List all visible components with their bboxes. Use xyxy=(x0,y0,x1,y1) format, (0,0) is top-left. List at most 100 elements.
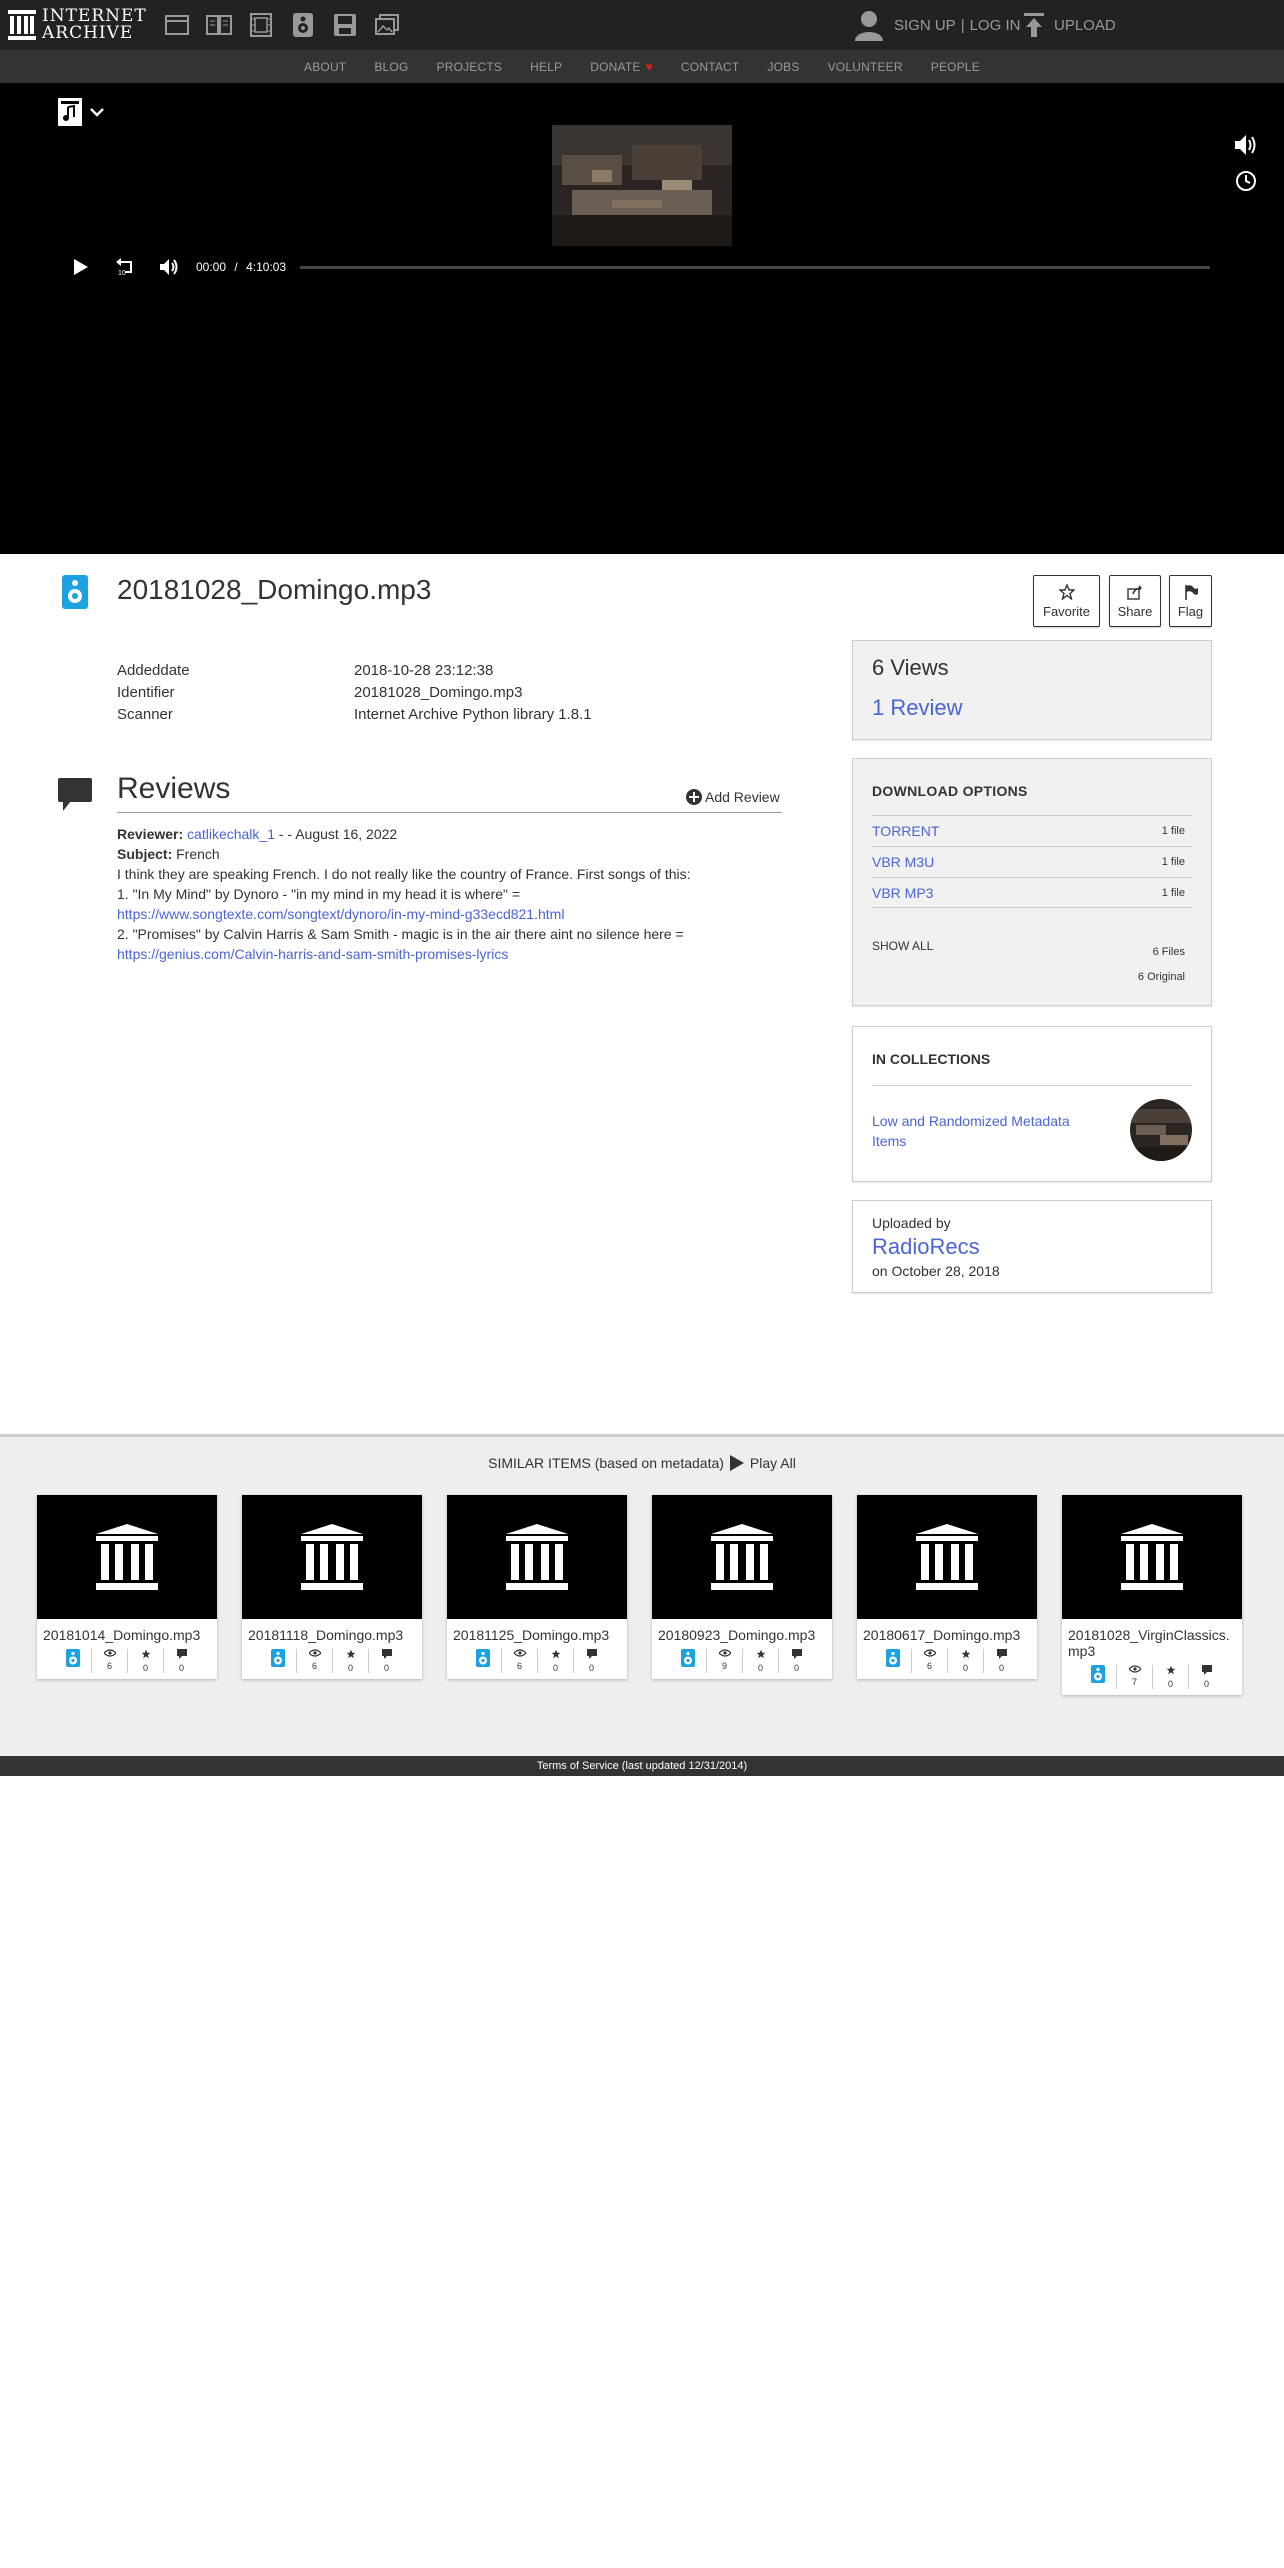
comment-icon xyxy=(1201,1665,1212,1677)
similar-item-thumbnail[interactable] xyxy=(447,1495,627,1619)
metadata-key: Identifier xyxy=(117,684,175,701)
nav-donate[interactable]: DONATE ♥ xyxy=(590,60,653,74)
star-icon xyxy=(346,1649,356,1661)
similar-item-tile[interactable]: 20181118_Domingo.mp3 6 0 0 xyxy=(242,1495,422,1679)
favorite-button[interactable]: Favorite xyxy=(1033,575,1100,627)
flag-button[interactable]: Flag xyxy=(1169,575,1212,627)
page-title: 20181028_Domingo.mp3 xyxy=(117,574,432,605)
nav-blog[interactable]: BLOG xyxy=(374,60,408,74)
similar-item-title[interactable]: 20181118_Domingo.mp3 xyxy=(242,1619,422,1647)
similar-item-title[interactable]: 20180617_Domingo.mp3 xyxy=(857,1619,1037,1647)
comment-icon xyxy=(996,1649,1007,1661)
review-link[interactable]: https://www.songtexte.com/songtext/dynor… xyxy=(117,906,564,922)
comment-icon xyxy=(586,1649,597,1661)
similar-item-thumbnail[interactable] xyxy=(1062,1495,1242,1619)
download-link-vbr-mp3[interactable]: VBR MP3 xyxy=(872,885,933,901)
audio-type-icon xyxy=(465,1649,501,1673)
play-button[interactable] xyxy=(70,256,92,278)
audio-type-icon xyxy=(55,1649,91,1673)
favorites-value: 0 xyxy=(962,1663,968,1673)
rewind-10-button[interactable]: 10 xyxy=(114,256,136,278)
similar-item-tile[interactable]: 20180923_Domingo.mp3 9 0 0 xyxy=(652,1495,832,1679)
similar-item-title[interactable]: 20181028_VirginClassics.mp3 xyxy=(1062,1619,1242,1663)
original-count: 6 Original xyxy=(1137,971,1185,983)
star-icon xyxy=(1166,1665,1176,1677)
texts-icon[interactable] xyxy=(205,12,233,38)
reviews-stat: 0 xyxy=(1188,1665,1224,1689)
review-count-link[interactable]: 1 Review xyxy=(872,695,962,721)
reviewer-link[interactable]: catlikechalk_1 xyxy=(187,826,275,842)
nav-jobs[interactable]: JOBS xyxy=(767,60,799,74)
reviewer-label: Reviewer: xyxy=(117,826,184,842)
similar-item-tile[interactable]: 20181125_Domingo.mp3 6 0 0 xyxy=(447,1495,627,1679)
reviews-stat: 0 xyxy=(778,1649,814,1673)
collection-link[interactable]: Low and Randomized Metadata Items xyxy=(872,1111,1102,1151)
nav-projects[interactable]: PROJECTS xyxy=(437,60,503,74)
audio-type-icon xyxy=(260,1649,296,1673)
upload-icon xyxy=(1024,13,1044,37)
review-date: August 16, 2022 xyxy=(295,826,398,842)
star-icon xyxy=(141,1649,151,1661)
download-link-torrent[interactable]: TORRENT xyxy=(872,823,939,839)
signup-link[interactable]: SIGN UP xyxy=(894,17,956,34)
similar-item-title[interactable]: 20180923_Domingo.mp3 xyxy=(652,1619,832,1647)
similar-item-thumbnail[interactable] xyxy=(37,1495,217,1619)
progress-bar[interactable] xyxy=(300,266,1210,269)
views-count: 6 Views xyxy=(872,655,949,680)
flag-label: Flag xyxy=(1177,603,1204,619)
video-icon[interactable] xyxy=(247,12,275,38)
views-value: 9 xyxy=(721,1661,727,1671)
similar-item-tile[interactable]: 20181028_VirginClassics.mp3 7 0 0 xyxy=(1062,1495,1242,1695)
favorite-label: Favorite xyxy=(1043,603,1090,619)
similar-item-thumbnail[interactable] xyxy=(652,1495,832,1619)
time-separator: / xyxy=(234,260,238,274)
logo-text: INTERNET ARCHIVE xyxy=(42,8,147,42)
audio-icon[interactable] xyxy=(289,12,317,38)
duration: 4:10:03 xyxy=(246,260,287,274)
favorites-stat: 0 xyxy=(332,1649,368,1673)
files-count: 6 Files xyxy=(1152,946,1185,958)
history-button[interactable] xyxy=(1234,169,1258,193)
archive-building-icon xyxy=(301,1524,363,1590)
collection-thumbnail[interactable] xyxy=(1130,1099,1192,1161)
plus-circle-icon xyxy=(686,789,702,805)
web-icon[interactable] xyxy=(163,12,191,38)
download-row: VBR MP3 1 file xyxy=(872,877,1192,908)
star-icon xyxy=(756,1649,766,1661)
time-display: 00:00 / 4:10:03 xyxy=(196,260,306,274)
similar-item-thumbnail[interactable] xyxy=(857,1495,1037,1619)
add-review-button[interactable]: Add Review xyxy=(686,789,780,805)
internet-archive-logo[interactable]: INTERNET ARCHIVE xyxy=(8,6,147,44)
heart-icon: ♥ xyxy=(645,59,653,74)
similar-item-title[interactable]: 20181125_Domingo.mp3 xyxy=(447,1619,627,1647)
volume-button[interactable] xyxy=(158,256,180,278)
login-link[interactable]: LOG IN xyxy=(970,17,1021,34)
review-link[interactable]: https://genius.com/Calvin-harris-and-sam… xyxy=(117,946,508,962)
images-icon[interactable] xyxy=(373,12,401,38)
nav-people[interactable]: PEOPLE xyxy=(931,60,980,74)
terms-of-service-link[interactable]: Terms of Service (last updated 12/31/201… xyxy=(537,1760,747,1772)
nav-help[interactable]: HELP xyxy=(530,60,562,74)
show-all-button[interactable]: SHOW ALL xyxy=(872,939,933,953)
upload-button[interactable]: UPLOAD xyxy=(1024,8,1116,42)
audio-type-icon xyxy=(62,575,88,609)
volume-toggle-button[interactable] xyxy=(1234,133,1258,157)
reviews-value: 0 xyxy=(998,1663,1004,1673)
software-icon[interactable] xyxy=(331,12,359,38)
play-all-label: Play All xyxy=(749,1455,796,1471)
uploader-link[interactable]: RadioRecs xyxy=(872,1234,980,1260)
archive-building-icon xyxy=(8,10,36,40)
play-all-button[interactable]: Play All xyxy=(729,1455,796,1471)
share-button[interactable]: Share xyxy=(1109,575,1161,627)
similar-item-title[interactable]: 20181014_Domingo.mp3 xyxy=(37,1619,217,1647)
nav-volunteer[interactable]: VOLUNTEER xyxy=(828,60,903,74)
similar-item-tile[interactable]: 20180617_Domingo.mp3 6 0 0 xyxy=(857,1495,1037,1679)
speaker-icon xyxy=(1235,135,1256,155)
similar-item-thumbnail[interactable] xyxy=(242,1495,422,1619)
metadata-row: Identifier 20181028_Domingo.mp3 xyxy=(117,682,717,704)
similar-item-tile[interactable]: 20181014_Domingo.mp3 6 0 0 xyxy=(37,1495,217,1679)
nav-about[interactable]: ABOUT xyxy=(304,60,346,74)
download-link-vbr-m3u[interactable]: VBR M3U xyxy=(872,854,934,870)
nav-contact[interactable]: CONTACT xyxy=(681,60,740,74)
player-format-selector[interactable] xyxy=(57,97,105,127)
